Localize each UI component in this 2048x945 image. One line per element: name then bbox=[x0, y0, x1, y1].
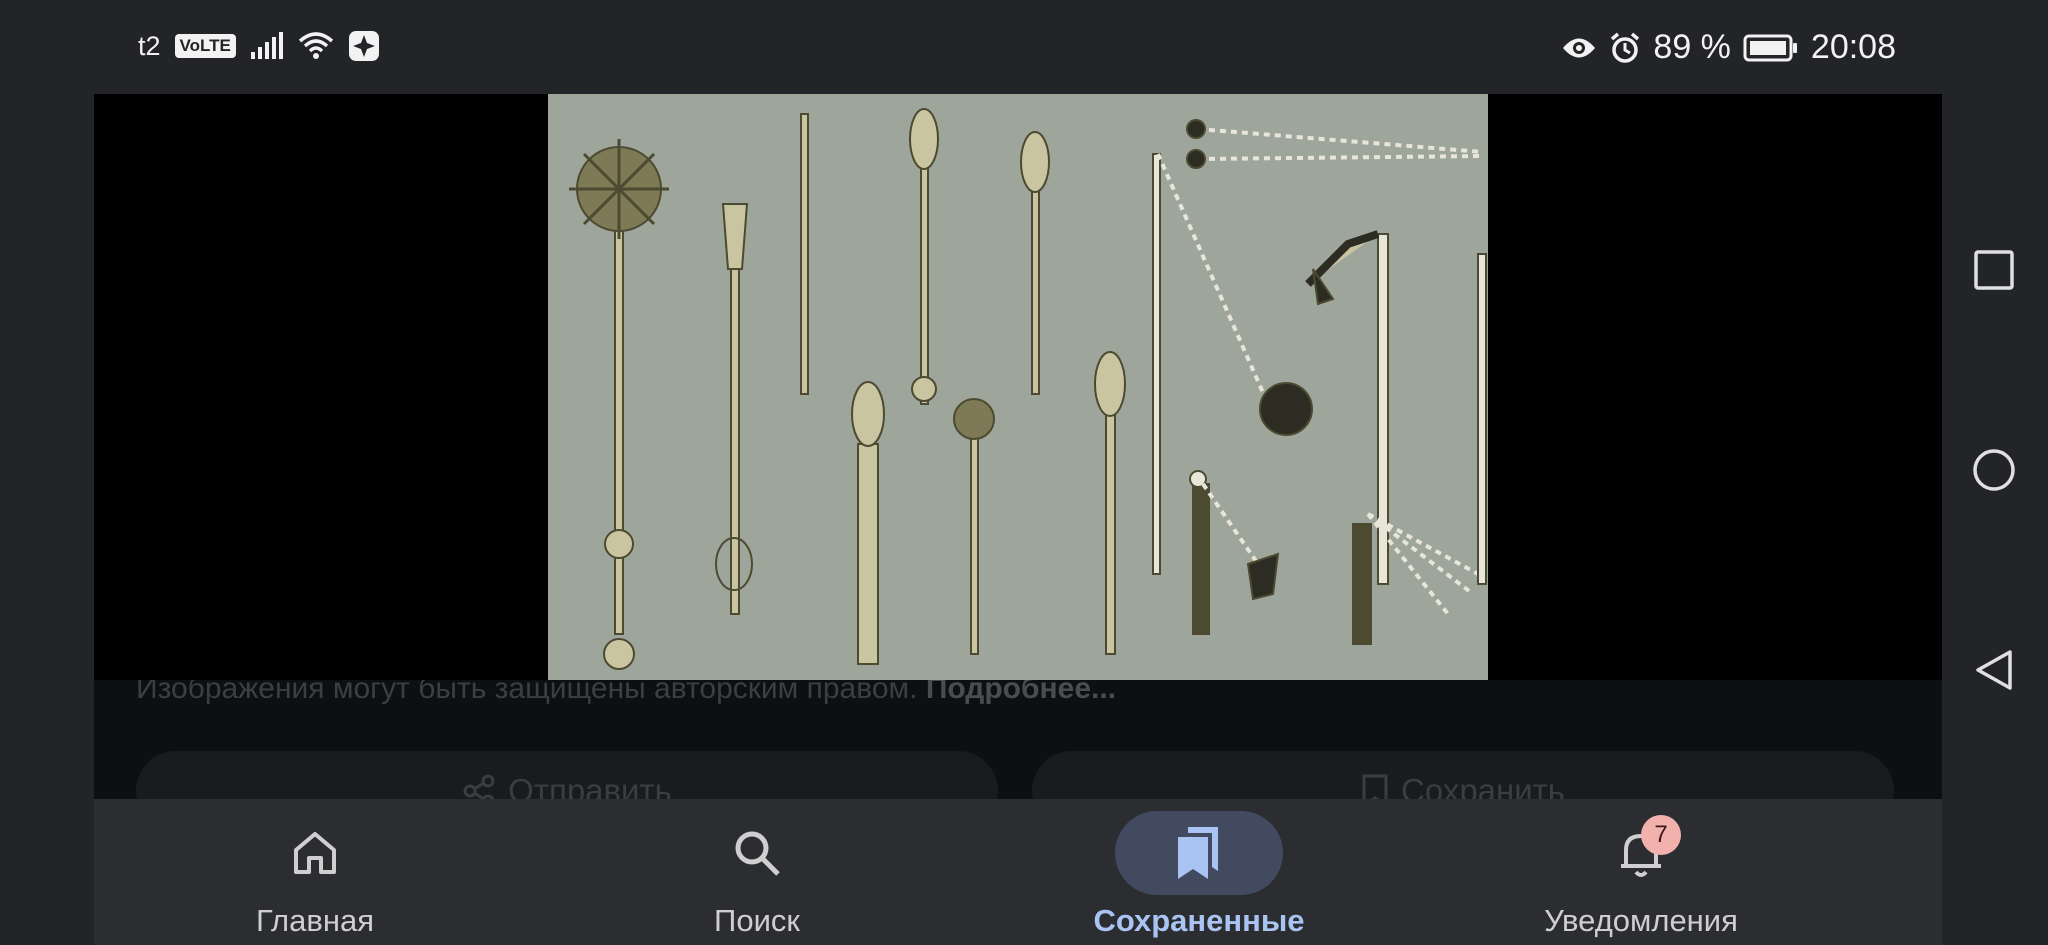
status-right: 89 % 20:08 bbox=[1561, 28, 1896, 67]
recents-square-icon[interactable] bbox=[1972, 248, 2018, 294]
eye-icon bbox=[1563, 38, 1596, 57]
alarm-icon bbox=[1611, 32, 1640, 63]
nav-label-home: Главная bbox=[256, 903, 374, 938]
nav-label-notifications: Уведомления bbox=[1544, 903, 1738, 938]
system-navigation bbox=[1942, 94, 2048, 945]
status-left: t2 VoLTE bbox=[138, 30, 380, 62]
nav-label-saved: Сохраненные bbox=[1093, 903, 1305, 938]
battery-percent: 89 % bbox=[1653, 28, 1731, 66]
home-circle-icon[interactable] bbox=[1972, 448, 2018, 494]
share-icon bbox=[463, 774, 495, 799]
save-label: Сохранить bbox=[1401, 772, 1565, 799]
search-icon bbox=[673, 811, 841, 895]
bookmarks-icon bbox=[1115, 811, 1283, 895]
nav-item-notifications[interactable]: 7 Уведомления bbox=[1420, 799, 1862, 945]
volte-badge: VoLTE bbox=[174, 34, 236, 58]
image-viewer[interactable] bbox=[94, 94, 1942, 680]
notification-badge: 7 bbox=[1641, 815, 1681, 855]
weapons-photo[interactable] bbox=[548, 94, 1488, 680]
bookmark-icon bbox=[1362, 774, 1388, 799]
carrier-label: t2 bbox=[138, 30, 161, 61]
clock: 20:08 bbox=[1810, 28, 1896, 66]
photo-illustration bbox=[569, 108, 1487, 670]
status-bar: t2 VoLTE 89 % 20:08 bbox=[0, 0, 2048, 94]
save-button[interactable]: Сохранить bbox=[1032, 751, 1894, 799]
app-icon bbox=[348, 31, 379, 61]
share-label: Отправить bbox=[508, 772, 672, 799]
back-triangle-icon[interactable] bbox=[1972, 648, 2018, 694]
signal-icon bbox=[250, 32, 283, 59]
nav-item-saved[interactable]: Сохраненные bbox=[978, 799, 1420, 945]
bell-icon bbox=[1557, 811, 1725, 895]
battery-icon bbox=[1743, 34, 1797, 61]
bottom-navigation: Главная Поиск Сохраненные 7 Уведомления bbox=[94, 799, 1942, 945]
content-area: Изображения могут быть защищены авторски… bbox=[94, 94, 1942, 799]
share-button[interactable]: Отправить bbox=[136, 751, 998, 799]
nav-item-home[interactable]: Главная bbox=[94, 799, 536, 945]
nav-item-search[interactable]: Поиск bbox=[536, 799, 978, 945]
wifi-icon bbox=[298, 32, 333, 59]
nav-label-search: Поиск bbox=[714, 903, 800, 938]
home-icon bbox=[231, 811, 399, 895]
